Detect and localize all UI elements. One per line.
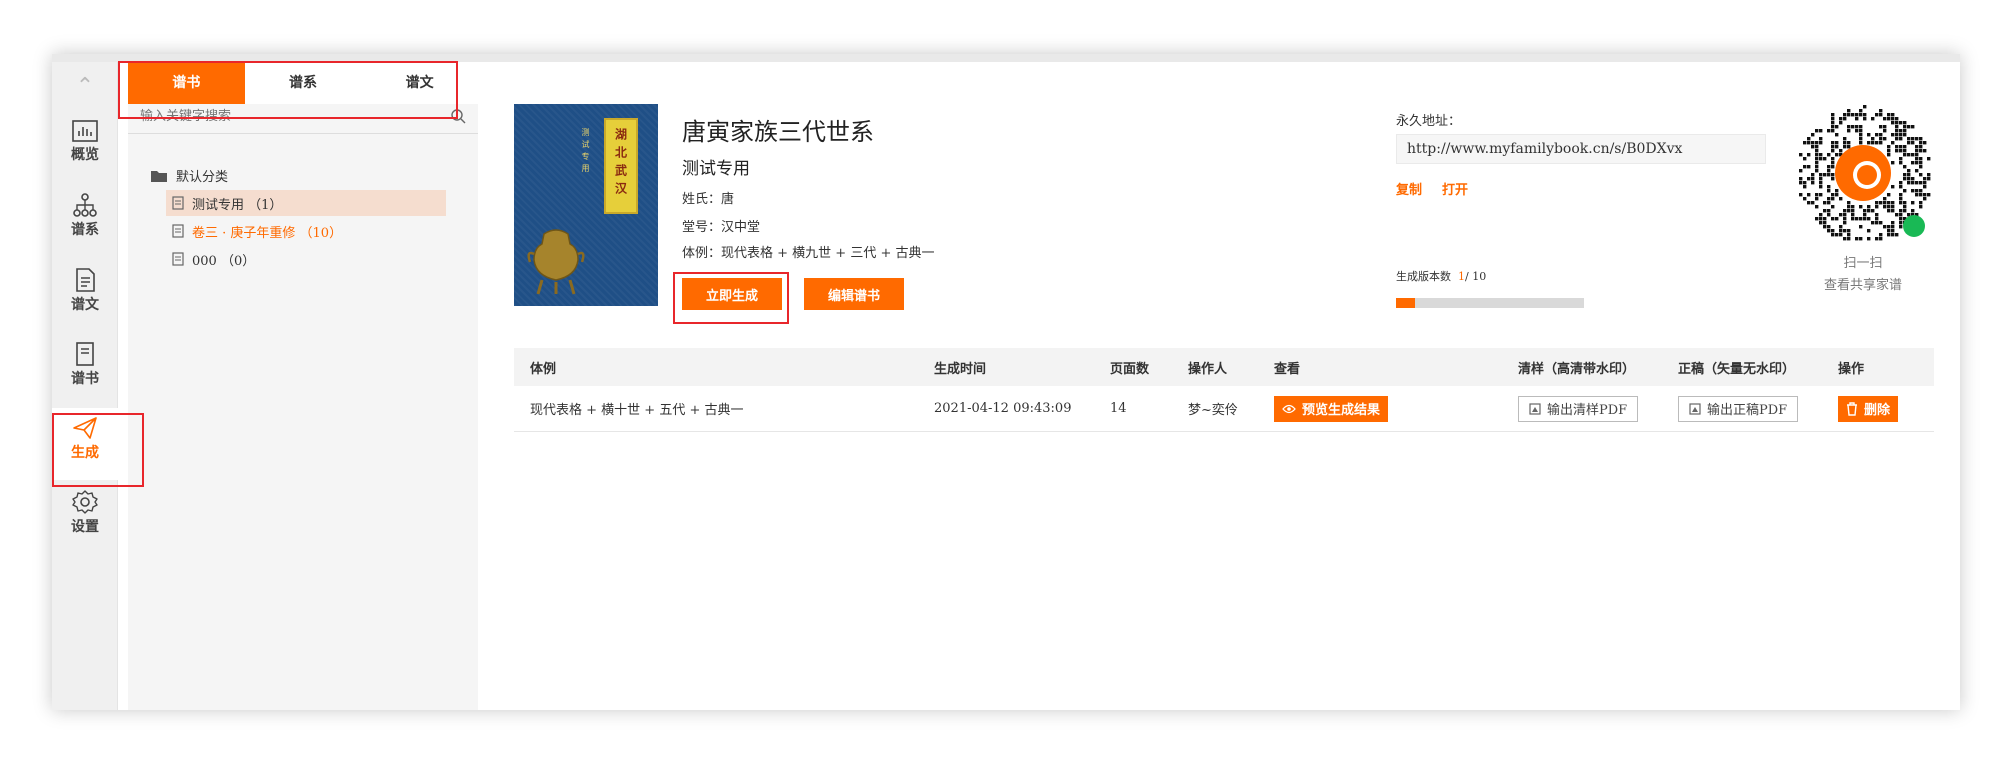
col-actions: 操作	[1838, 361, 1865, 377]
tree-icon	[73, 193, 97, 217]
table-header: 体例 生成时间 页面数 操作人 查看 清样（高清带水印） 正稿（矢量无水印） 操…	[514, 348, 1934, 386]
nav-item-lineage[interactable]: 谱系	[52, 185, 118, 257]
panel-tabs: 谱书 谱系 谱文	[128, 62, 478, 104]
qr-caption-view: 查看共享家谱	[1823, 278, 1902, 293]
book-title: 唐寅家族三代世系	[682, 118, 874, 146]
col-pages: 页面数	[1110, 361, 1150, 377]
version-progress	[1396, 298, 1584, 308]
final-label: 输出正稿PDF	[1707, 403, 1788, 418]
nav-item-settings[interactable]: 设置	[52, 482, 118, 554]
tree-node[interactable]: 卷三 · 庚子年重修 （10）	[166, 218, 446, 244]
book-surname: 姓氏：唐	[682, 192, 735, 207]
document-icon	[76, 268, 95, 292]
export-proof-pdf-button[interactable]: 输出清样PDF	[1518, 395, 1639, 422]
col-style: 体例	[530, 361, 557, 377]
edit-book-button[interactable]: 编辑谱书	[804, 278, 904, 310]
cover-title-box: 湖北武汉	[604, 118, 638, 214]
cover-title: 湖北武汉	[613, 128, 628, 200]
col-operator: 操作人	[1188, 361, 1228, 377]
book-hall: 堂号：汉中堂	[682, 220, 761, 235]
version-progress-fill	[1396, 298, 1415, 308]
file-icon	[172, 196, 184, 210]
app-window: ⌃ 概览 谱系 谱文 谱书 生成 设置 谱书 谱系 谱文 输入关键字搜索 默认分…	[52, 54, 1960, 710]
book-cover: 湖北武汉 测试专用	[514, 104, 658, 306]
send-icon	[73, 417, 97, 439]
table-row: 现代表格 + 横十世 + 五代 + 古典一 2021-04-12 09:43:0…	[514, 386, 1934, 432]
generate-now-button[interactable]: 立即生成	[682, 278, 782, 310]
collapse-icon[interactable]: ⌃	[52, 72, 118, 102]
col-proof: 清样（高清带水印）	[1518, 361, 1636, 377]
category-panel: 谱书 谱系 谱文 默认分类 测试专用 （1） 卷三 · 庚子年重修 （10） 0…	[128, 62, 478, 710]
version-label: 生成版本数	[1396, 270, 1451, 283]
preview-result-button[interactable]: 预览生成结果	[1274, 395, 1389, 422]
tree-node-label: 卷三 · 庚子年重修 （10）	[192, 225, 343, 241]
nav-label: 谱文	[71, 297, 99, 313]
export-final-pdf-button[interactable]: 输出正稿PDF	[1678, 395, 1799, 422]
nav-label: 生成	[71, 445, 99, 461]
trash-icon	[1847, 401, 1857, 416]
version-total: / 10	[1465, 270, 1487, 283]
row-actions-cell: 删除	[1838, 386, 1899, 431]
tab-text[interactable]: 谱文	[361, 62, 478, 104]
cover-subtitle: 测试专用	[581, 128, 590, 176]
file-icon	[172, 252, 184, 266]
col-time: 生成时间	[934, 361, 987, 377]
search-icon[interactable]	[450, 108, 466, 124]
tree-node[interactable]: 测试专用 （1）	[166, 190, 446, 216]
nav-item-text[interactable]: 谱文	[52, 260, 118, 332]
tab-lineage[interactable]: 谱系	[245, 62, 362, 104]
permalink-label: 永久地址：	[1396, 114, 1462, 129]
folder-icon	[151, 170, 167, 182]
window-topbar	[52, 54, 1960, 62]
row-style: 现代表格 + 横十世 + 五代 + 古典一	[530, 403, 744, 418]
delete-button[interactable]: 删除	[1838, 395, 1899, 422]
generation-table: 体例 生成时间 页面数 操作人 查看 清样（高清带水印） 正稿（矢量无水印） 操…	[514, 348, 1934, 432]
nav-label: 设置	[71, 519, 99, 535]
tree-node-label: 000 （0）	[192, 253, 256, 269]
pdf-icon	[1689, 402, 1701, 415]
row-time: 2021-04-12 09:43:09	[934, 401, 1072, 416]
col-view: 查看	[1274, 361, 1301, 377]
qr-code[interactable]	[1792, 102, 1934, 244]
book-style: 体例：现代表格 + 横九世 + 三代 + 古典一	[682, 246, 935, 261]
tree-root[interactable]: 默认分类	[150, 166, 228, 185]
tab-book[interactable]: 谱书	[128, 62, 245, 104]
row-pages: 14	[1110, 401, 1127, 416]
row-view-cell: 预览生成结果	[1274, 386, 1389, 431]
nav-item-book[interactable]: 谱书	[52, 334, 118, 406]
file-icon	[172, 224, 184, 238]
version-current: 1	[1458, 270, 1465, 283]
nav-item-generate[interactable]: 生成	[52, 408, 118, 480]
copy-link[interactable]: 复制	[1396, 179, 1422, 198]
delete-label: 删除	[1864, 403, 1891, 418]
row-proof-cell: 输出清样PDF	[1518, 386, 1639, 431]
eye-icon	[1282, 404, 1296, 413]
row-operator: 梦~奕伶	[1188, 403, 1238, 418]
search-input[interactable]	[140, 106, 440, 126]
book-icon	[76, 342, 94, 366]
tree-node[interactable]: 000 （0）	[166, 246, 446, 272]
gear-icon	[72, 490, 98, 514]
qr-caption-scan: 扫一扫	[1843, 256, 1883, 271]
row-final-cell: 输出正稿PDF	[1678, 386, 1799, 431]
col-final: 正稿（矢量无水印）	[1678, 361, 1796, 377]
search-bar	[128, 104, 478, 134]
main-content: 湖北武汉 测试专用 唐寅家族三代世系 测试专用 姓氏：唐 堂号：汉中堂 体例：现…	[478, 62, 1960, 710]
open-link[interactable]: 打开	[1442, 179, 1468, 198]
nav-label: 谱书	[71, 371, 99, 387]
book-subtitle: 测试专用	[682, 159, 750, 179]
permalink-url[interactable]: http://www.myfamilybook.cn/s/B0DXvx	[1396, 134, 1766, 164]
nav-label: 谱系	[71, 222, 99, 238]
tree-node-label: 测试专用 （1）	[192, 197, 283, 213]
nav-item-overview[interactable]: 概览	[52, 112, 118, 184]
chart-icon	[72, 120, 98, 142]
pdf-icon	[1529, 402, 1541, 415]
proof-label: 输出清样PDF	[1547, 403, 1628, 418]
version-count: 生成版本数 1/ 10	[1396, 268, 1486, 284]
tree-root-label: 默认分类	[176, 170, 229, 185]
bronze-vessel-icon	[527, 229, 585, 295]
nav-rail: ⌃ 概览 谱系 谱文 谱书 生成 设置	[52, 62, 118, 710]
nav-label: 概览	[71, 147, 99, 163]
preview-label: 预览生成结果	[1302, 403, 1381, 418]
